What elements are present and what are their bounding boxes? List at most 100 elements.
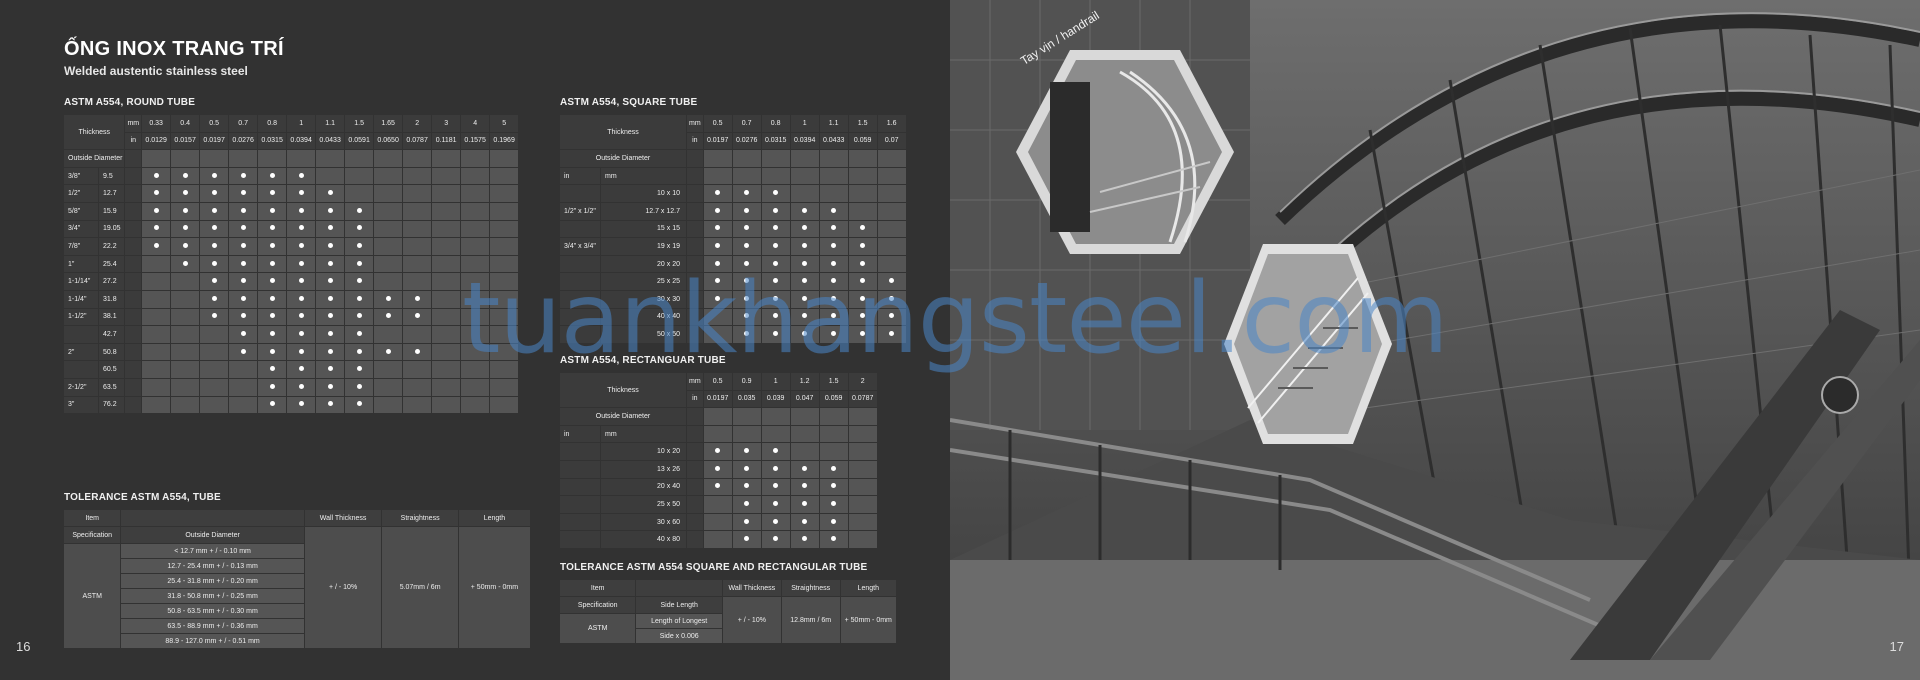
availability-dot — [240, 242, 246, 248]
empty-cell — [732, 150, 761, 167]
in-unit-label: in — [687, 132, 703, 150]
thickness-in-value: 0.0129 — [142, 132, 171, 150]
od-in-header: in — [560, 425, 600, 443]
thickness-in-value: 0.1575 — [461, 132, 490, 150]
spacer-cell — [687, 443, 703, 460]
size-mm-cell: 13 x 26 — [601, 460, 686, 478]
availability-dot — [744, 500, 750, 506]
empty-cell — [200, 326, 229, 343]
empty-cell — [403, 396, 432, 414]
thickness-in-value: 0.1969 — [490, 132, 519, 150]
tol-od-row: 31.8 - 50.8 mm + / - 0.25 mm — [121, 589, 304, 603]
availability-dot — [744, 465, 750, 471]
size-in-cell — [560, 460, 600, 478]
availability-dot — [269, 295, 275, 301]
empty-cell — [229, 378, 258, 396]
available-dot-cell — [790, 220, 819, 238]
empty-cell — [877, 167, 906, 185]
page-title: ỐNG INOX TRANG TRÍ — [64, 38, 284, 60]
available-dot-cell — [229, 220, 258, 238]
availability-dot — [240, 278, 246, 284]
availability-dot — [356, 330, 362, 336]
availability-dot — [802, 465, 808, 471]
spacer-cell — [125, 326, 142, 343]
available-dot-cell — [258, 273, 287, 290]
availability-dot — [211, 190, 217, 196]
empty-cell — [848, 531, 877, 548]
availability-dot — [269, 348, 275, 354]
table-row: 3/8" 9.5 — [64, 167, 519, 185]
empty-cell — [848, 478, 877, 496]
availability-dot — [182, 207, 188, 213]
empty-cell — [142, 396, 171, 414]
available-dot-cell — [345, 220, 374, 238]
available-dot-cell — [848, 238, 877, 255]
empty-cell — [790, 425, 819, 443]
availability-dot — [744, 483, 750, 489]
availability-dot — [327, 383, 333, 389]
availability-dot — [356, 401, 362, 407]
availability-dot — [715, 225, 721, 231]
availability-dot — [773, 500, 779, 506]
spacer-cell — [125, 185, 142, 202]
availability-dot — [211, 295, 217, 301]
thickness-in-value: 0.0197 — [703, 390, 732, 408]
availability-dot — [831, 536, 837, 542]
empty-cell — [258, 150, 287, 167]
available-dot-cell — [316, 378, 345, 396]
tol2-length-value: + 50mm - 0mm — [840, 597, 896, 643]
availability-dot — [385, 348, 391, 354]
available-dot-cell — [790, 496, 819, 513]
available-dot-cell — [703, 220, 732, 238]
availability-dot — [153, 242, 159, 248]
availability-dot — [744, 225, 750, 231]
size-mm-cell: 42.7 — [99, 326, 125, 343]
available-dot-cell — [258, 326, 287, 343]
available-dot-cell — [761, 531, 790, 548]
empty-cell — [345, 185, 374, 202]
availability-dot — [773, 448, 779, 454]
available-dot-cell — [287, 167, 316, 185]
availability-dot — [269, 225, 275, 231]
available-dot-cell — [819, 460, 848, 478]
available-dot-cell — [229, 273, 258, 290]
availability-dot — [414, 348, 420, 354]
spacer-cell — [687, 425, 703, 443]
availability-dot — [211, 260, 217, 266]
empty-cell — [229, 396, 258, 414]
available-dot-cell — [258, 343, 287, 361]
available-dot-cell — [258, 378, 287, 396]
outside-diameter-label: Outside Diameter — [560, 408, 686, 425]
availability-dot — [327, 242, 333, 248]
available-dot-cell — [142, 167, 171, 185]
empty-cell — [374, 202, 403, 220]
availability-dot — [327, 330, 333, 336]
availability-dot — [298, 278, 304, 284]
size-mm-cell: 9.5 — [99, 167, 125, 185]
thickness-mm-value: 1 — [790, 115, 819, 132]
availability-dot — [211, 242, 217, 248]
thickness-in-value: 0.1181 — [432, 132, 461, 150]
availability-dot — [831, 483, 837, 489]
availability-dot — [773, 207, 779, 213]
empty-cell — [142, 361, 171, 378]
available-dot-cell — [287, 378, 316, 396]
empty-cell — [142, 326, 171, 343]
empty-cell — [819, 425, 848, 443]
empty-cell — [316, 167, 345, 185]
empty-cell — [432, 150, 461, 167]
tol-od-row: 50.8 - 63.5 mm + / - 0.30 mm — [121, 604, 304, 618]
size-in-cell — [560, 220, 600, 238]
available-dot-cell — [761, 496, 790, 513]
availability-dot — [773, 190, 779, 196]
table-row: 15 x 15 — [560, 220, 906, 238]
thickness-in-value: 0.0787 — [848, 390, 877, 408]
empty-cell — [142, 150, 171, 167]
available-dot-cell — [287, 220, 316, 238]
tol-od-row: < 12.7 mm + / - 0.10 mm — [121, 544, 304, 558]
available-dot-cell — [287, 343, 316, 361]
thickness-mm-value: 0.5 — [703, 115, 732, 132]
availability-dot — [744, 207, 750, 213]
table-row: 5/8" 15.9 — [64, 202, 519, 220]
available-dot-cell — [229, 238, 258, 255]
